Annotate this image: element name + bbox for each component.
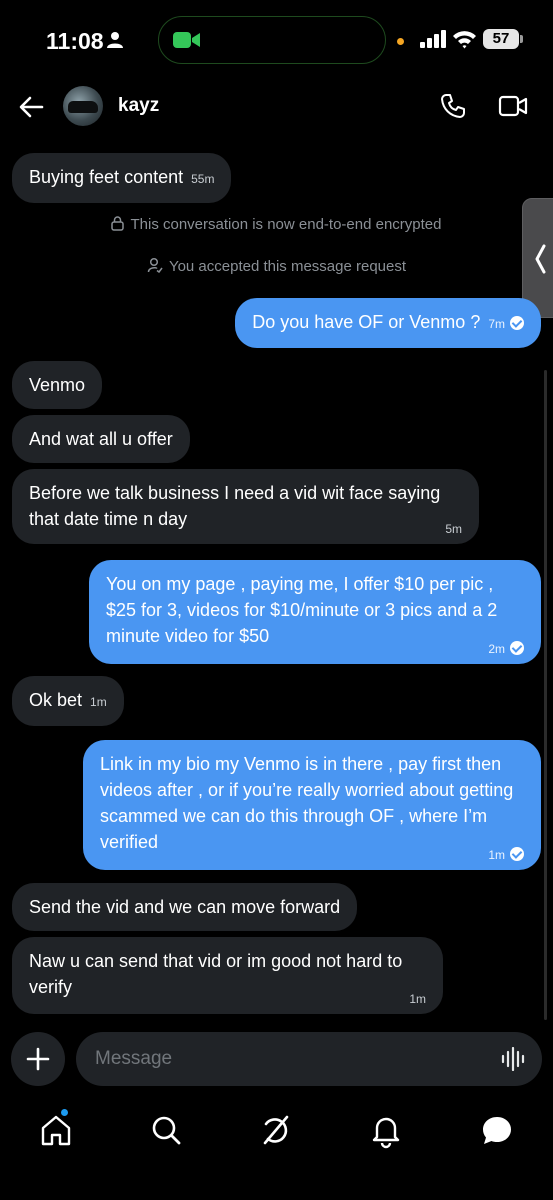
message-time: 1m <box>90 695 107 709</box>
plus-icon <box>26 1047 50 1071</box>
message-outgoing[interactable]: Do you have OF or Venmo ? 7m <box>235 298 541 348</box>
encryption-notice: This conversation is now end-to-end encr… <box>0 216 553 233</box>
message-text: Do you have OF or Venmo ? <box>252 312 481 332</box>
dynamic-island <box>158 16 386 64</box>
message-incoming[interactable]: Before we talk business I need a vid wit… <box>12 469 479 544</box>
nav-home[interactable] <box>36 1108 76 1150</box>
message-text: Send the vid and we can move forward <box>29 897 341 917</box>
message-incoming[interactable]: Buying feet content 55m <box>12 153 232 203</box>
notifications-icon <box>372 1117 400 1149</box>
message-time: 7m <box>488 317 505 331</box>
encryption-text: This conversation is now end-to-end encr… <box>130 216 442 233</box>
seen-check-icon <box>510 641 524 655</box>
avatar[interactable] <box>63 86 103 126</box>
scrollbar[interactable] <box>544 370 547 1020</box>
status-bar: 11:08 57 <box>0 0 553 80</box>
conversation-username[interactable]: kayz <box>118 95 159 117</box>
message-outgoing[interactable]: You on my page , paying me, I offer $10 … <box>89 560 541 664</box>
nav-search[interactable] <box>146 1110 186 1150</box>
message-time: 1m <box>488 848 505 862</box>
message-time: 2m <box>488 642 505 656</box>
message-incoming[interactable]: Send the vid and we can move forward <box>12 883 358 931</box>
nav-grok[interactable] <box>256 1110 296 1150</box>
message-incoming[interactable]: Venmo <box>12 361 103 409</box>
conversation-header: kayz <box>0 80 553 136</box>
person-icon <box>107 32 123 48</box>
request-accepted-notice: You accepted this message request <box>0 257 553 275</box>
battery-icon: 57 <box>483 29 519 49</box>
message-incoming[interactable]: And wat all u offer <box>12 415 190 463</box>
back-arrow-icon[interactable] <box>18 94 44 120</box>
message-text: You on my page , paying me, I offer $10 … <box>106 574 498 646</box>
message-text: Buying feet content <box>29 167 184 187</box>
message-text: Venmo <box>29 375 86 395</box>
wifi-icon <box>453 31 476 49</box>
seen-check-icon <box>510 847 524 861</box>
request-accepted-text: You accepted this message request <box>168 258 407 275</box>
message-text: And wat all u offer <box>29 429 173 449</box>
message-text: Ok bet <box>29 690 83 710</box>
lock-icon <box>111 216 125 231</box>
seen-check-icon <box>510 316 524 330</box>
status-time: 11:08 <box>46 28 104 54</box>
mic-indicator-dot <box>397 38 404 45</box>
signal-icon <box>420 30 446 48</box>
add-attachment-button[interactable] <box>11 1032 65 1086</box>
message-time: 55m <box>191 172 215 186</box>
video-camera-icon[interactable] <box>498 94 528 118</box>
message-composer[interactable] <box>76 1032 542 1086</box>
message-input[interactable] <box>95 1046 475 1072</box>
home-notification-dot <box>60 1108 69 1117</box>
message-text: Link in my bio my Venmo is in there , pa… <box>100 754 514 852</box>
message-text: Naw u can send that vid or im good not h… <box>29 951 403 997</box>
battery-tip <box>520 35 523 43</box>
home-icon <box>41 1115 71 1146</box>
phone-icon[interactable] <box>440 93 466 119</box>
search-icon <box>152 1116 181 1145</box>
bottom-navigation <box>0 1100 553 1200</box>
message-time: 1m <box>409 992 426 1006</box>
message-outgoing[interactable]: Link in my bio my Venmo is in there , pa… <box>83 740 541 870</box>
nav-messages[interactable] <box>477 1110 517 1150</box>
voice-wave-icon[interactable] <box>501 1047 527 1071</box>
messages-icon <box>483 1117 511 1144</box>
message-incoming[interactable]: Naw u can send that vid or im good not h… <box>12 937 443 1014</box>
grok-icon <box>263 1115 289 1145</box>
person-check-icon <box>147 257 163 274</box>
message-incoming[interactable]: Ok bet 1m <box>12 676 124 726</box>
nav-notifications[interactable] <box>366 1110 406 1150</box>
facetime-camera-icon <box>173 32 200 48</box>
